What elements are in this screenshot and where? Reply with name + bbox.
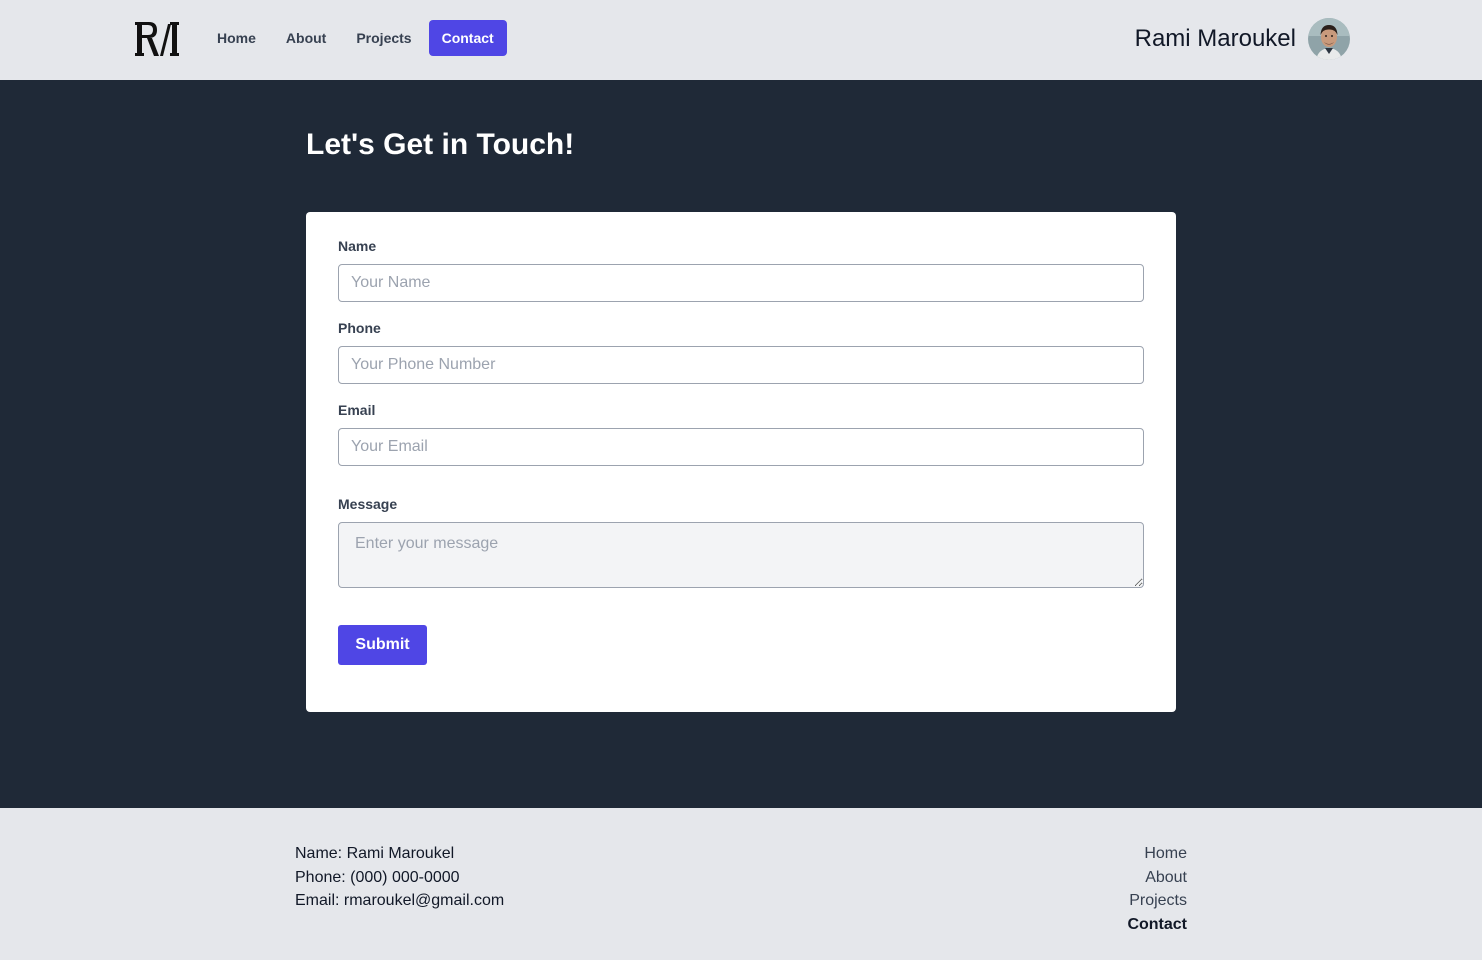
footer: Name: Rami Maroukel Phone: (000) 000-000… xyxy=(0,808,1482,960)
email-label: Email xyxy=(338,402,376,418)
nav-projects[interactable]: Projects xyxy=(343,20,424,56)
user-name: Rami Maroukel xyxy=(1134,25,1296,52)
name-input[interactable] xyxy=(338,264,1144,302)
nav-contact[interactable]: Contact xyxy=(428,20,507,56)
footer-contact-info: Name: Rami Maroukel Phone: (000) 000-000… xyxy=(295,842,504,913)
message-label: Message xyxy=(338,496,398,512)
user-avatar-icon[interactable] xyxy=(1308,18,1350,60)
email-input[interactable] xyxy=(338,428,1144,466)
phone-input[interactable] xyxy=(338,346,1144,384)
nav-home[interactable]: Home xyxy=(204,20,269,56)
footer-link-home[interactable]: Home xyxy=(1127,842,1187,866)
rm-logo-icon[interactable] xyxy=(134,18,184,60)
footer-name: Name: Rami Maroukel xyxy=(295,845,455,862)
submit-button[interactable]: Submit xyxy=(338,625,427,665)
footer-link-contact[interactable]: Contact xyxy=(1127,913,1187,937)
page-title: Let's Get in Touch! xyxy=(306,128,575,161)
footer-phone: Phone: (000) 000-0000 xyxy=(295,868,460,886)
top-navigation-bar: Home About Projects Contact Rami Marouke… xyxy=(0,0,1482,80)
contact-form: Name Phone Email Message Submit xyxy=(306,212,1176,712)
main-nav: Home About Projects Contact xyxy=(204,20,507,56)
footer-email: Email: rmaroukel@gmail.com xyxy=(295,892,505,909)
footer-link-about[interactable]: About xyxy=(1127,866,1187,890)
nav-about[interactable]: About xyxy=(273,20,339,56)
user-profile: Rami Maroukel xyxy=(1135,18,1350,60)
message-textarea[interactable] xyxy=(338,522,1144,588)
phone-label: Phone xyxy=(338,320,381,336)
contact-section: Let's Get in Touch! Name Phone Email Mes… xyxy=(0,80,1482,808)
footer-nav: Home About Projects Contact xyxy=(1127,842,1187,936)
footer-link-projects[interactable]: Projects xyxy=(1127,889,1187,913)
name-label: Name xyxy=(338,238,377,254)
